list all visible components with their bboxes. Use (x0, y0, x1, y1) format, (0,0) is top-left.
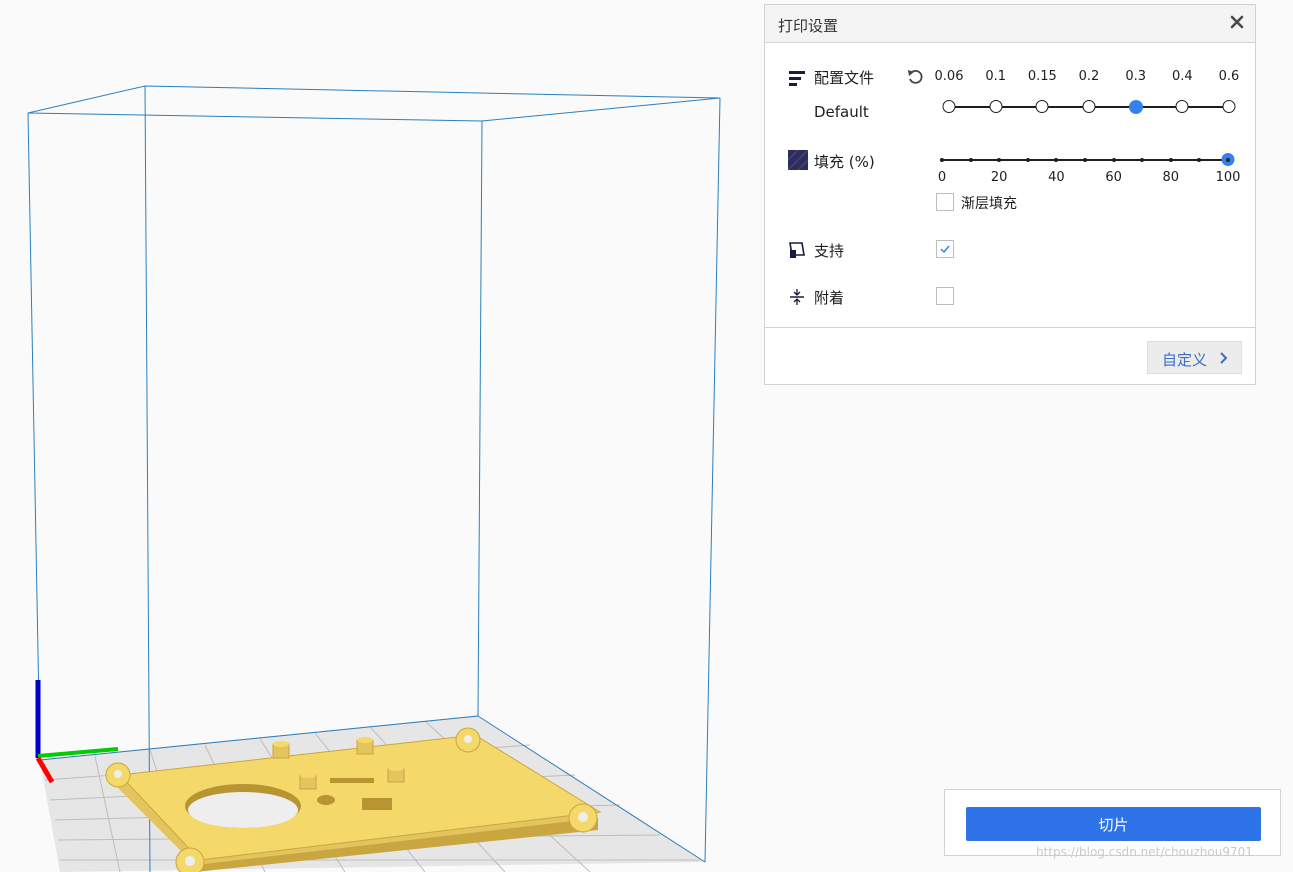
infill-step-dot (1083, 158, 1087, 162)
layer-height-tick-label: 0.2 (1078, 69, 1100, 84)
layer-height-tick-label: 0.1 (985, 69, 1006, 84)
infill-step-dot (1025, 158, 1030, 162)
reset-icon[interactable] (906, 68, 924, 86)
profile-label: 配置文件 (814, 69, 875, 87)
infill-step-dot (1197, 158, 1202, 162)
layer-height-stop-selected[interactable] (1128, 100, 1143, 114)
infill-step-dot (1226, 158, 1230, 162)
infill-step-dot (1111, 158, 1116, 162)
slice-button[interactable]: 切片 (966, 807, 1261, 841)
layer-height-tick-label: 0.3 (1125, 69, 1146, 84)
infill-step-dot (968, 158, 973, 162)
gradual-infill-checkbox[interactable] (936, 193, 954, 211)
layer-height-tick-label: 0.4 (1171, 69, 1193, 84)
custom-settings-button[interactable]: 自定义 (1147, 341, 1242, 374)
layer-height-stop[interactable] (942, 100, 956, 113)
infill-tick-label: 20 (990, 170, 1008, 185)
infill-tick-label: 40 (1048, 170, 1065, 185)
panel-header: 打印设置 (765, 5, 1255, 43)
infill-tick-label: 80 (1162, 170, 1180, 185)
layer-height-slider[interactable] (941, 97, 1243, 117)
infill-step-dot (940, 158, 944, 162)
infill-tick-label: 100 (1215, 170, 1241, 185)
layer-height-stop[interactable] (1082, 100, 1096, 113)
slice-button-label: 切片 (1098, 816, 1129, 834)
layer-height-stop[interactable] (989, 100, 1003, 113)
close-icon[interactable] (1228, 13, 1246, 31)
adhesion-icon (790, 289, 804, 305)
infill-step-dot (997, 158, 1002, 162)
infill-slider[interactable] (940, 150, 1243, 170)
layer-height-stop[interactable] (1222, 100, 1236, 113)
layer-height-stop[interactable] (1175, 100, 1189, 113)
chevron-right-icon (1220, 352, 1228, 364)
profile-name: Default (814, 103, 869, 121)
infill-step-dot (1140, 158, 1145, 162)
watermark: https://blog.csdn.net/chouzhou9701 (1036, 845, 1253, 859)
adhesion-label: 附着 (814, 289, 845, 307)
layer-profile-icon (789, 71, 805, 86)
infill-step-dot (1054, 158, 1059, 162)
layer-height-tick-label: 0.6 (1218, 69, 1240, 84)
print-settings-panel: 打印设置 配置文件 0.06 0.1 0.15 0.2 0.3 0.4 0.6 Defaul… (764, 4, 1256, 385)
check-icon (940, 245, 950, 254)
infill-label: 填充 (%) (814, 153, 875, 171)
infill-step-dot (1168, 158, 1173, 162)
adhesion-checkbox[interactable] (936, 287, 954, 305)
infill-icon (788, 150, 808, 170)
layer-height-stop[interactable] (1035, 100, 1049, 113)
custom-settings-label: 自定义 (1162, 351, 1208, 369)
panel-title: 打印设置 (778, 17, 839, 35)
support-label: 支持 (814, 242, 845, 260)
panel-divider (765, 327, 1255, 328)
infill-tick-label: 60 (1105, 170, 1122, 185)
gradual-infill-label: 渐层填充 (961, 196, 1017, 212)
3d-viewport[interactable] (0, 0, 760, 872)
infill-tick-label: 0 (937, 170, 947, 185)
support-checkbox[interactable] (936, 240, 954, 258)
support-icon (789, 242, 805, 258)
layer-height-tick-label: 0.15 (1027, 69, 1057, 84)
layer-height-tick-label: 0.06 (934, 69, 964, 84)
